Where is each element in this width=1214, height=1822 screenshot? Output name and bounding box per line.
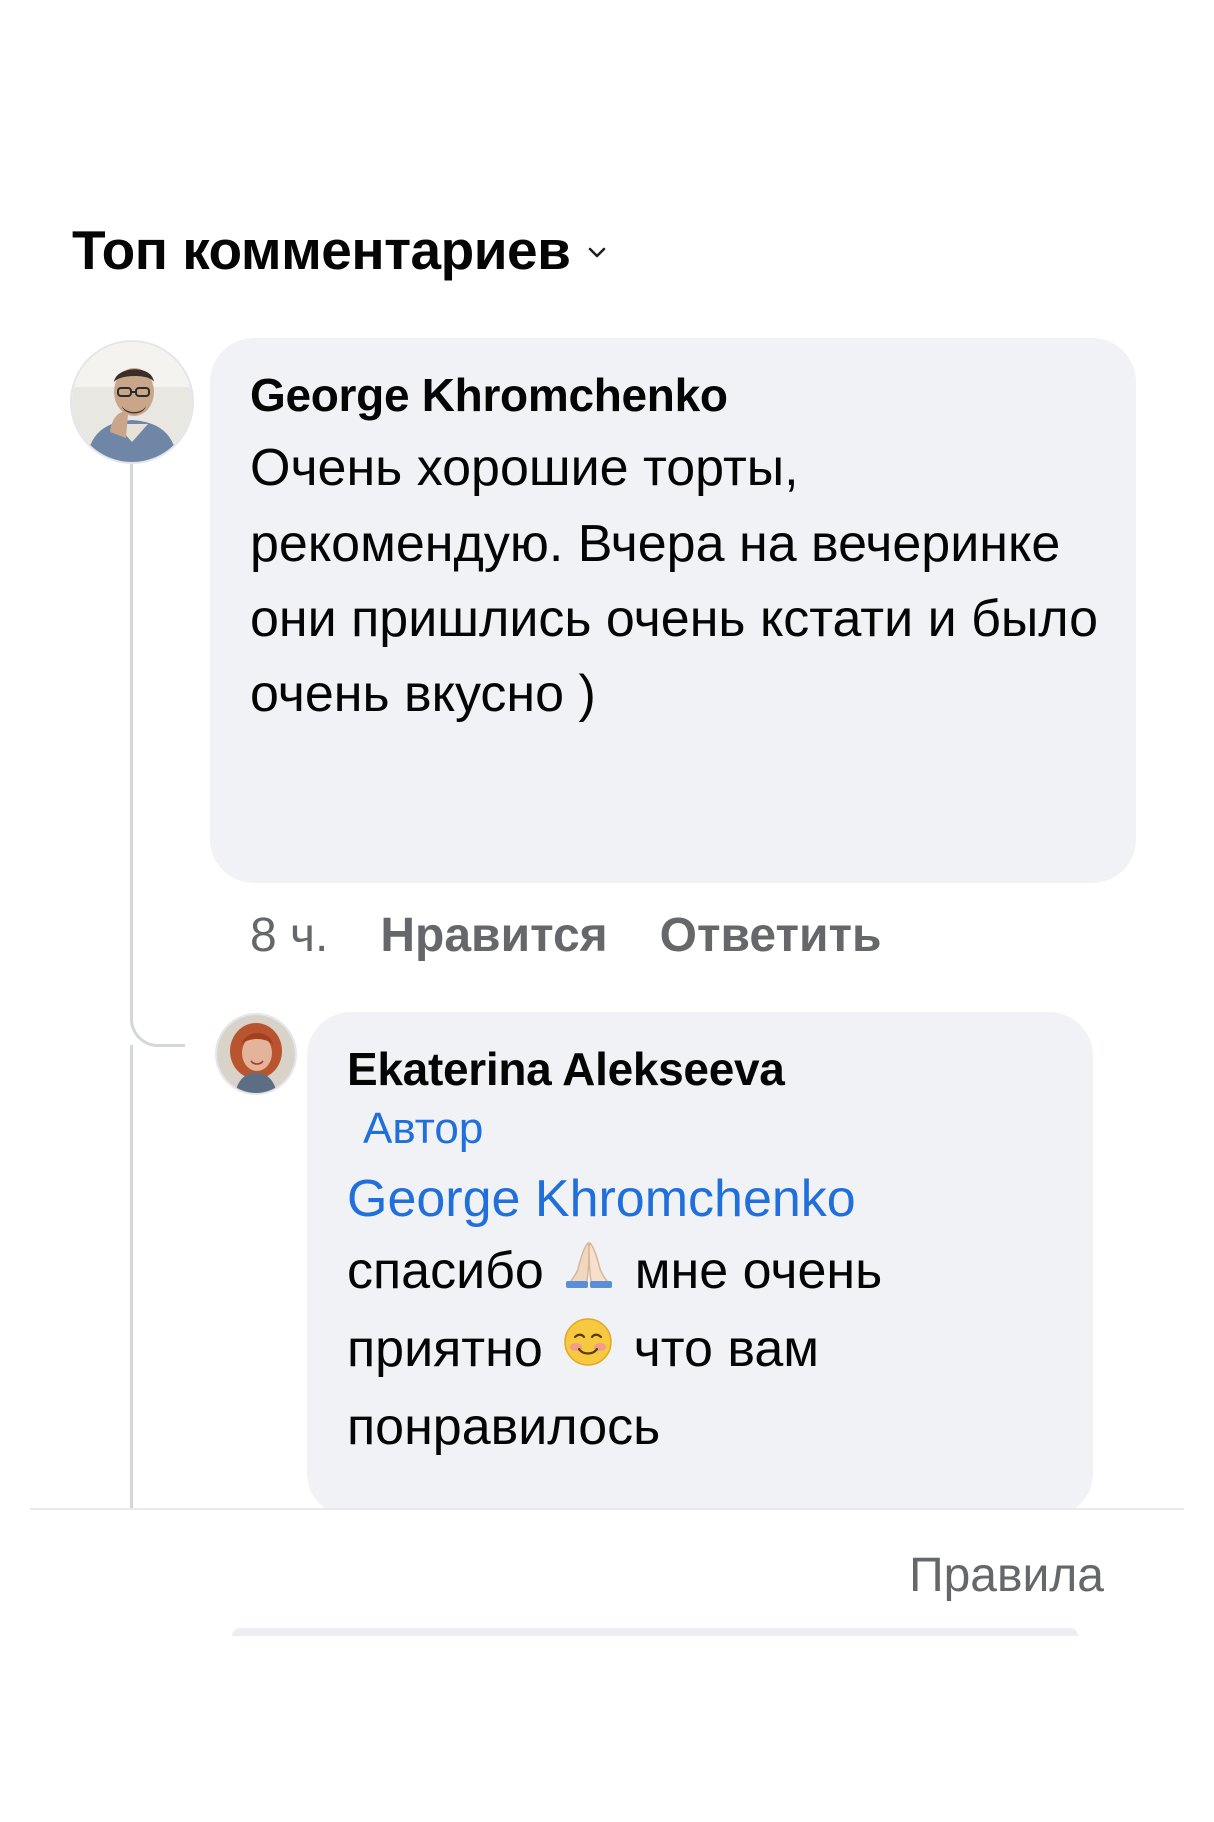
divider [30, 1508, 1184, 1510]
mention-link[interactable]: George Khromchenko [347, 1164, 1057, 1234]
folded-hands-emoji [562, 1237, 616, 1312]
thread-line [130, 1045, 133, 1511]
comments-section: Топ комментариев George Khromchenko Очен… [0, 0, 1214, 1822]
comment-timestamp[interactable]: 8 ч. [250, 908, 328, 963]
author-badge: Автор [363, 1104, 484, 1154]
thread-line [130, 462, 133, 1010]
rules-link[interactable]: Правила [909, 1548, 1104, 1603]
reply-text: спасибо мне очень приятно что вам понрав… [347, 1234, 1067, 1465]
comments-filter-label: Топ комментариев [72, 219, 571, 281]
thread-connector [130, 1000, 185, 1047]
avatar[interactable] [70, 340, 194, 464]
comment-author[interactable]: George Khromchenko [250, 368, 1100, 423]
comment-actions: 8 ч. Нравится Ответить [250, 908, 881, 963]
comment-input-bar[interactable] [232, 1628, 1078, 1636]
reply-button[interactable]: Ответить [660, 908, 882, 963]
chevron-down-icon [589, 247, 606, 258]
comments-filter[interactable]: Топ комментариев [72, 218, 612, 282]
reply-text-part: спасибо [347, 1242, 544, 1301]
comment-text: Очень хорошие торты, рекомендую. Вчера н… [250, 439, 1099, 724]
avatar[interactable] [215, 1013, 297, 1095]
reply-author[interactable]: Ekaterina Alekseeva [347, 1042, 1057, 1097]
like-button[interactable]: Нравится [380, 908, 607, 963]
reply-bubble: Ekaterina Alekseeva Автор George Khromch… [307, 1012, 1093, 1517]
smiling-face-emoji [561, 1315, 615, 1390]
comment-bubble: George Khromchenko Очень хорошие торты, … [210, 338, 1136, 883]
